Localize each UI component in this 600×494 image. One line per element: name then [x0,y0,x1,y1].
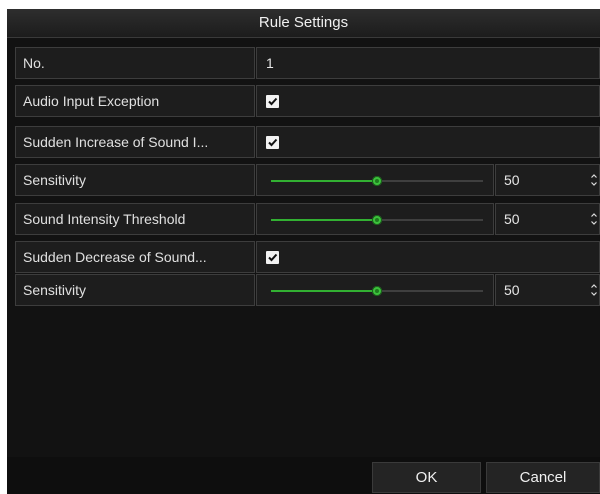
spin-arrows-icon[interactable] [591,283,597,297]
threshold-number-field[interactable]: 50 [495,203,600,235]
sensitivity-number-value: 50 [504,172,520,188]
sensitivity-label: Sensitivity [15,164,255,196]
sudden-decrease-checkbox[interactable] [266,251,279,264]
sensitivity-number-field[interactable]: 50 [495,274,600,306]
dialog-title: Rule Settings [7,9,600,38]
setting-row-sensitivity-decrease: Sensitivity 50 [15,274,600,308]
audio-input-exception-checkbox[interactable] [266,95,279,108]
audio-input-exception-label: Audio Input Exception [15,85,255,117]
sensitivity-slider[interactable] [271,286,483,296]
setting-row-sound-intensity-threshold: Sound Intensity Threshold 50 [15,203,600,237]
dialog-footer: OK Cancel [7,457,600,494]
sudden-increase-checkbox[interactable] [266,136,279,149]
slider-fill [271,290,377,292]
number-value: 1 [256,47,600,79]
sensitivity-number-value: 50 [504,282,520,298]
setting-row-audio-input-exception: Audio Input Exception [15,85,600,119]
audio-input-exception-cell [256,85,600,117]
sensitivity-label: Sensitivity [15,274,255,306]
checkmark-icon [268,138,278,147]
setting-row-sudden-decrease: Sudden Decrease of Sound... [15,241,600,275]
sensitivity-slider[interactable] [271,176,483,186]
sudden-decrease-cell [256,241,600,273]
sound-intensity-threshold-label: Sound Intensity Threshold [15,203,255,235]
cancel-button[interactable]: Cancel [486,462,600,493]
threshold-slider-cell [256,203,494,235]
threshold-number-value: 50 [504,211,520,227]
sudden-increase-cell [256,126,600,158]
spin-arrows-icon[interactable] [591,173,597,187]
sensitivity-number-field[interactable]: 50 [495,164,600,196]
sudden-increase-label: Sudden Increase of Sound I... [15,126,255,158]
threshold-slider[interactable] [271,215,483,225]
setting-row-number: No. 1 [15,47,600,81]
number-label: No. [15,47,255,79]
checkmark-icon [268,253,278,262]
slider-fill [271,219,377,221]
slider-handle[interactable] [372,215,382,225]
setting-row-sudden-increase: Sudden Increase of Sound I... [15,126,600,160]
sensitivity-slider-cell [256,274,494,306]
setting-row-sensitivity-increase: Sensitivity 50 [15,164,600,198]
slider-fill [271,180,377,182]
sudden-decrease-label: Sudden Decrease of Sound... [15,241,255,273]
checkmark-icon [268,97,278,106]
rule-settings-dialog: Rule Settings No. 1 Audio Input Exceptio… [7,9,600,494]
ok-button[interactable]: OK [372,462,481,493]
slider-handle[interactable] [372,176,382,186]
slider-handle[interactable] [372,286,382,296]
spin-arrows-icon[interactable] [591,212,597,226]
sensitivity-slider-cell [256,164,494,196]
